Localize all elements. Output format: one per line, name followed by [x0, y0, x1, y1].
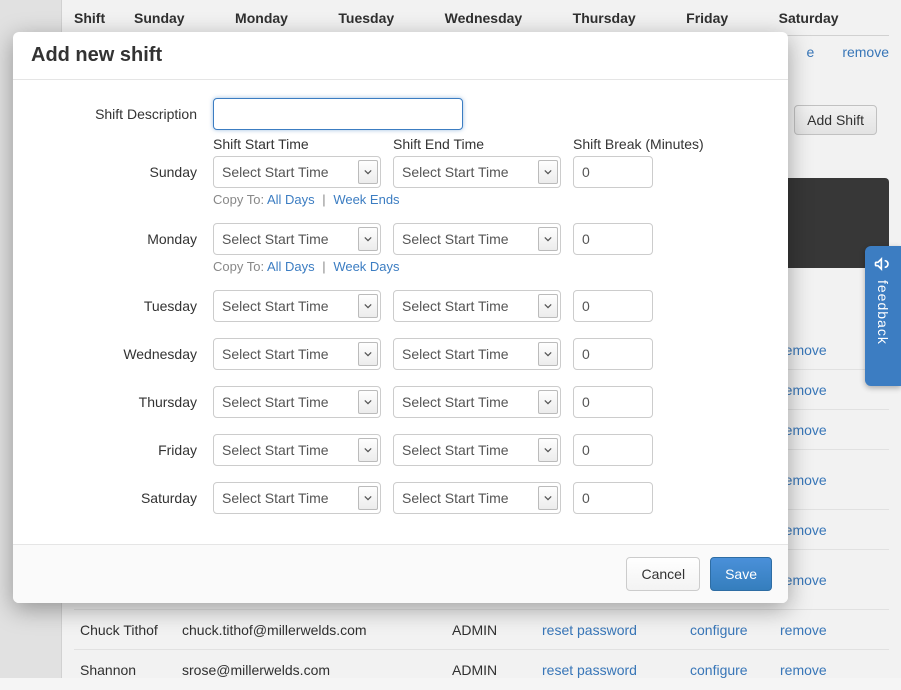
modal-footer: Cancel Save — [13, 544, 788, 603]
select-value: Select Start Time — [402, 346, 509, 362]
chevron-down-icon — [538, 160, 558, 184]
select-value: Select Start Time — [402, 164, 509, 180]
select-value: Select Start Time — [402, 442, 509, 458]
chevron-down-icon — [538, 294, 558, 318]
friday-break-input[interactable] — [573, 434, 653, 466]
select-value: Select Start Time — [222, 298, 329, 314]
copy-all-days-link[interactable]: All Days — [267, 259, 315, 274]
select-value: Select Start Time — [402, 490, 509, 506]
save-button-label: Save — [725, 566, 757, 582]
monday-end-select[interactable]: Select Start Time — [393, 223, 561, 255]
day-label-friday: Friday — [33, 434, 213, 458]
saturday-start-select[interactable]: Select Start Time — [213, 482, 381, 514]
thursday-end-select[interactable]: Select Start Time — [393, 386, 561, 418]
col-header-end: Shift End Time — [393, 136, 561, 152]
col-header-break: Shift Break (Minutes) — [573, 136, 733, 152]
chevron-down-icon — [538, 438, 558, 462]
select-value: Select Start Time — [222, 394, 329, 410]
tuesday-start-select[interactable]: Select Start Time — [213, 290, 381, 322]
monday-start-select[interactable]: Select Start Time — [213, 223, 381, 255]
chevron-down-icon — [538, 227, 558, 251]
modal-title: Add new shift — [31, 44, 770, 67]
monday-break-input[interactable] — [573, 223, 653, 255]
copy-to-label: Copy To: — [213, 259, 264, 274]
separator: | — [322, 259, 325, 274]
chevron-down-icon — [358, 438, 378, 462]
select-value: Select Start Time — [402, 231, 509, 247]
select-value: Select Start Time — [222, 231, 329, 247]
shift-description-input[interactable] — [213, 98, 463, 130]
select-value: Select Start Time — [222, 442, 329, 458]
copy-weekdays-link[interactable]: Week Days — [333, 259, 399, 274]
copy-weekends-link[interactable]: Week Ends — [333, 192, 399, 207]
day-label-tuesday: Tuesday — [33, 290, 213, 314]
select-value: Select Start Time — [222, 346, 329, 362]
chevron-down-icon — [538, 342, 558, 366]
sunday-break-input[interactable] — [573, 156, 653, 188]
feedback-label: feedback — [875, 280, 891, 345]
day-label-sunday: Sunday — [33, 156, 213, 180]
chevron-down-icon — [358, 294, 378, 318]
day-label-monday: Monday — [33, 223, 213, 247]
chevron-down-icon — [538, 486, 558, 510]
sunday-start-select[interactable]: Select Start Time — [213, 156, 381, 188]
col-header-start: Shift Start Time — [213, 136, 381, 152]
friday-start-select[interactable]: Select Start Time — [213, 434, 381, 466]
tuesday-break-input[interactable] — [573, 290, 653, 322]
saturday-end-select[interactable]: Select Start Time — [393, 482, 561, 514]
tuesday-end-select[interactable]: Select Start Time — [393, 290, 561, 322]
select-value: Select Start Time — [222, 164, 329, 180]
chevron-down-icon — [358, 342, 378, 366]
feedback-tab[interactable]: feedback — [865, 246, 901, 386]
cancel-button-label: Cancel — [641, 566, 685, 582]
saturday-break-input[interactable] — [573, 482, 653, 514]
select-value: Select Start Time — [402, 394, 509, 410]
megaphone-icon — [871, 252, 895, 276]
wednesday-end-select[interactable]: Select Start Time — [393, 338, 561, 370]
thursday-break-input[interactable] — [573, 386, 653, 418]
friday-end-select[interactable]: Select Start Time — [393, 434, 561, 466]
chevron-down-icon — [358, 390, 378, 414]
separator: | — [322, 192, 325, 207]
thursday-start-select[interactable]: Select Start Time — [213, 386, 381, 418]
cancel-button[interactable]: Cancel — [626, 557, 700, 591]
shift-description-label: Shift Description — [33, 98, 213, 122]
select-value: Select Start Time — [402, 298, 509, 314]
chevron-down-icon — [538, 390, 558, 414]
modal-header: Add new shift — [13, 32, 788, 80]
chevron-down-icon — [358, 160, 378, 184]
copy-to-label: Copy To: — [213, 192, 264, 207]
wednesday-break-input[interactable] — [573, 338, 653, 370]
day-label-saturday: Saturday — [33, 482, 213, 506]
copy-all-days-link[interactable]: All Days — [267, 192, 315, 207]
select-value: Select Start Time — [222, 490, 329, 506]
add-shift-modal: Add new shift Shift Description Shift St… — [13, 32, 788, 603]
chevron-down-icon — [358, 227, 378, 251]
wednesday-start-select[interactable]: Select Start Time — [213, 338, 381, 370]
modal-body: Shift Description Shift Start Time Shift… — [13, 80, 788, 544]
save-button[interactable]: Save — [710, 557, 772, 591]
day-label-wednesday: Wednesday — [33, 338, 213, 362]
sunday-end-select[interactable]: Select Start Time — [393, 156, 561, 188]
chevron-down-icon — [358, 486, 378, 510]
day-label-thursday: Thursday — [33, 386, 213, 410]
